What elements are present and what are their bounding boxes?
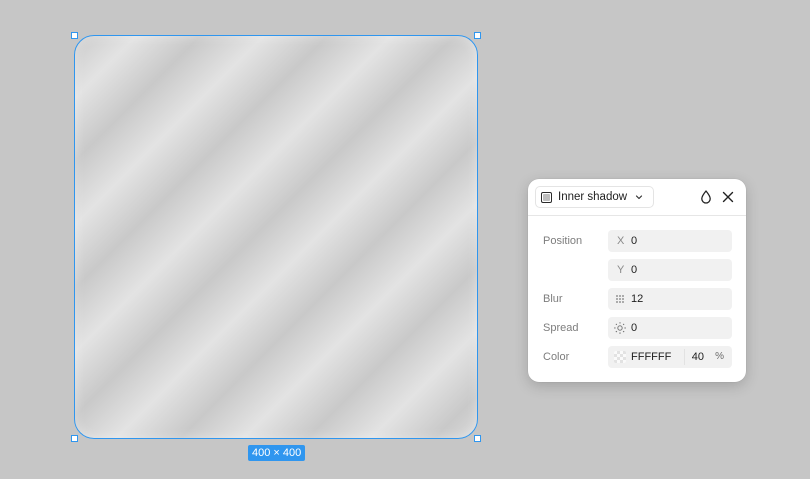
x-prefix: X: [617, 235, 625, 247]
effect-type-label: Inner shadow: [558, 191, 628, 203]
blur-icon: [616, 295, 624, 303]
spread-field[interactable]: 0: [608, 317, 732, 339]
spread-value: 0: [631, 322, 638, 334]
effect-settings-panel: Inner shadow Position X 0 Y 0 Blur 12 Sp…: [528, 179, 746, 382]
opacity-unit: %: [715, 351, 724, 362]
position-label: Position: [543, 235, 583, 247]
color-label: Color: [543, 351, 570, 363]
resize-handle-bottom-right[interactable]: [474, 435, 481, 442]
color-swatch[interactable]: [614, 351, 626, 363]
position-y-field[interactable]: Y 0: [608, 259, 732, 281]
y-prefix: Y: [617, 264, 625, 276]
blur-value: 12: [631, 293, 644, 305]
inner-shadow-icon: [541, 191, 552, 203]
selected-rectangle[interactable]: [74, 35, 478, 439]
dimension-badge: 400 × 400: [248, 445, 306, 461]
panel-header: Inner shadow: [528, 179, 746, 216]
spread-icon: [614, 322, 626, 334]
resize-handle-bottom-left[interactable]: [71, 435, 78, 442]
color-field-divider: [684, 349, 685, 365]
resize-handle-top-left[interactable]: [71, 32, 78, 39]
close-icon[interactable]: [720, 189, 736, 205]
y-value: 0: [631, 264, 638, 276]
color-opacity-value[interactable]: 40: [692, 346, 704, 368]
position-x-field[interactable]: X 0: [608, 230, 732, 252]
blur-field[interactable]: 12: [608, 288, 732, 310]
effect-type-dropdown[interactable]: Inner shadow: [535, 186, 655, 208]
chevron-down-icon: [635, 195, 643, 200]
blur-label: Blur: [543, 293, 563, 305]
color-field[interactable]: FFFFFF 40 %: [608, 346, 732, 368]
color-hex-value[interactable]: FFFFFF: [631, 346, 671, 368]
drop-icon[interactable]: [698, 189, 714, 205]
spread-label: Spread: [543, 322, 579, 334]
x-value: 0: [631, 235, 638, 247]
resize-handle-top-right[interactable]: [474, 32, 481, 39]
